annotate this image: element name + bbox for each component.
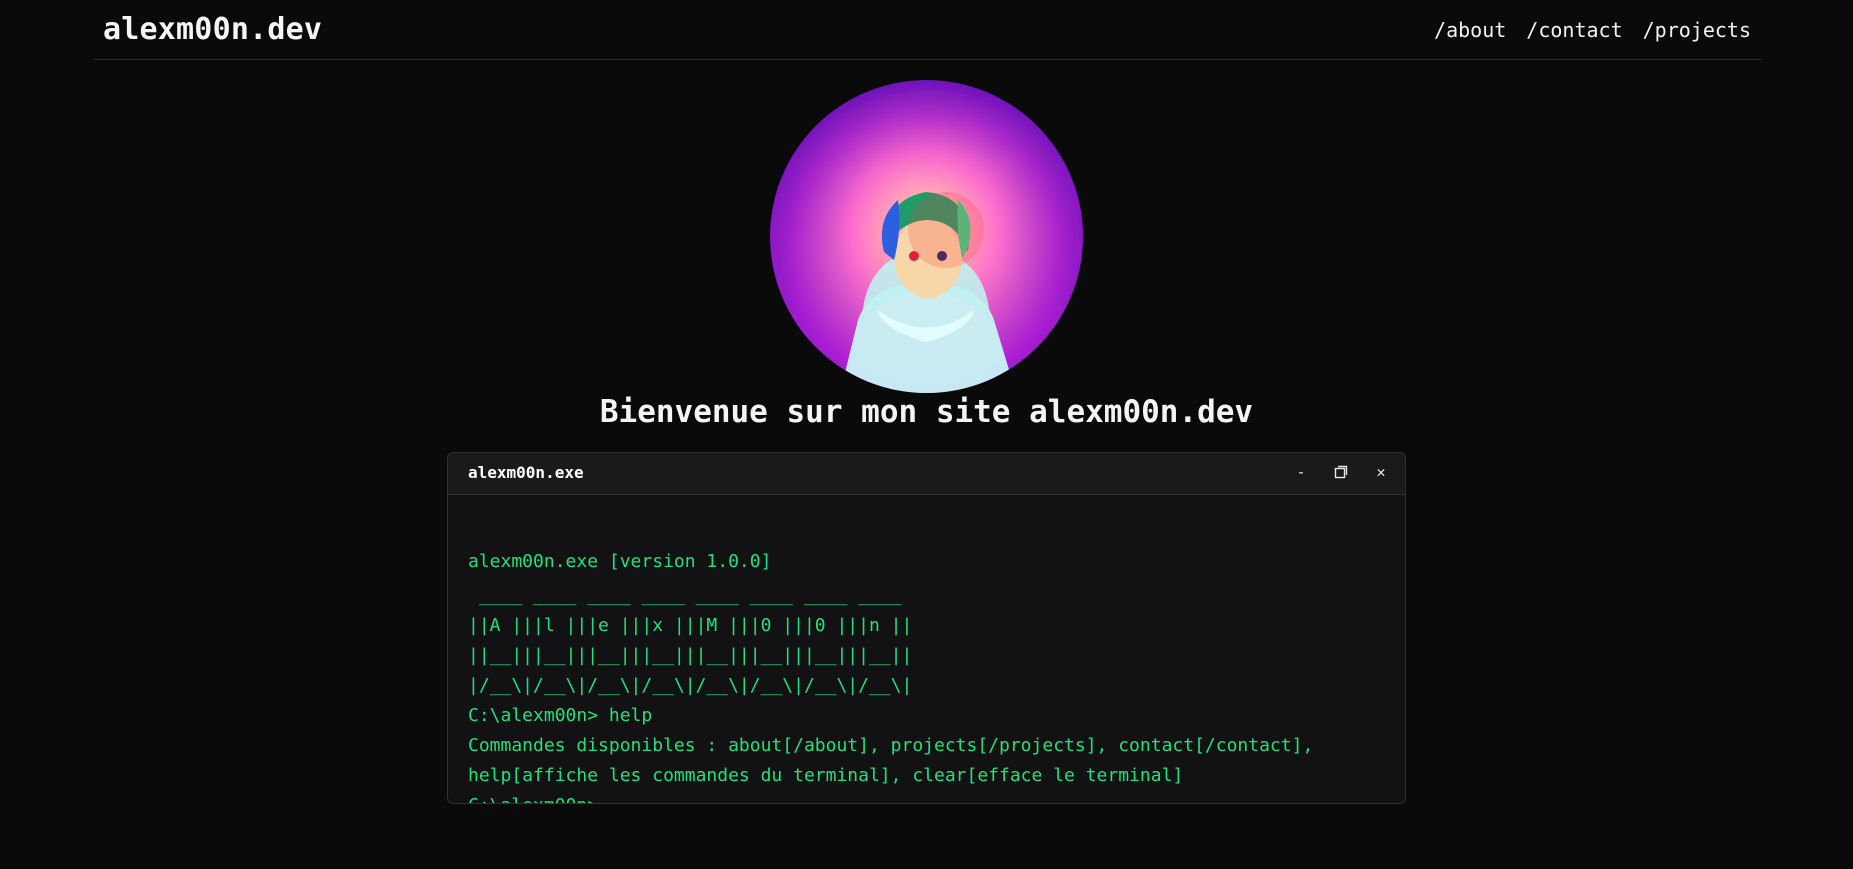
- main-nav: /about /contact /projects: [1434, 18, 1751, 42]
- window-controls: - ✕: [1291, 461, 1391, 483]
- help-output-line-2: help[affiche les commandes du terminal],…: [468, 765, 1184, 786]
- close-button[interactable]: ✕: [1371, 461, 1391, 483]
- terminal-titlebar[interactable]: alexm00n.exe - ✕: [448, 453, 1405, 495]
- ascii-line-4: |/__\|/__\|/__\|/__\|/__\|/__\|/__\|/__\…: [468, 675, 913, 696]
- welcome-heading: Bienvenue sur mon site alexm00n.dev: [599, 394, 1254, 430]
- history-prompt: C:\alexm00n> help: [468, 705, 653, 726]
- maximize-button[interactable]: [1331, 461, 1351, 483]
- site-logo[interactable]: alexm00n.dev: [103, 12, 322, 47]
- avatar-image: [776, 90, 1076, 393]
- version-line: alexm00n.exe [version 1.0.0]: [468, 551, 772, 572]
- ascii-line-1: ____ ____ ____ ____ ____ ____ ____ ____: [468, 585, 902, 606]
- maximize-icon: [1334, 465, 1348, 479]
- prompt-line: C:\alexm00n>: [468, 791, 1385, 803]
- ascii-line-3: ||__|||__|||__|||__|||__|||__|||__|||__|…: [468, 645, 913, 666]
- terminal-output: alexm00n.exe [version 1.0.0] ____ ____ _…: [448, 495, 1405, 803]
- terminal-window: alexm00n.exe - ✕ alexm00n.exe [version 1…: [447, 452, 1406, 804]
- nav-about-link[interactable]: /about: [1434, 18, 1506, 42]
- avatar: [770, 80, 1083, 393]
- terminal-title: alexm00n.exe: [468, 463, 584, 482]
- help-output-line-1: Commandes disponibles : about[/about], p…: [468, 735, 1314, 756]
- current-prompt: C:\alexm00n>: [468, 795, 598, 803]
- site-header: alexm00n.dev /about /contact /projects: [93, 0, 1761, 60]
- terminal-input[interactable]: [598, 791, 1103, 803]
- nav-contact-link[interactable]: /contact: [1526, 18, 1622, 42]
- minimize-button[interactable]: -: [1291, 461, 1311, 483]
- ascii-line-2: ||A |||l |||e |||x |||M |||0 |||0 |||n |…: [468, 615, 913, 636]
- nav-projects-link[interactable]: /projects: [1643, 18, 1751, 42]
